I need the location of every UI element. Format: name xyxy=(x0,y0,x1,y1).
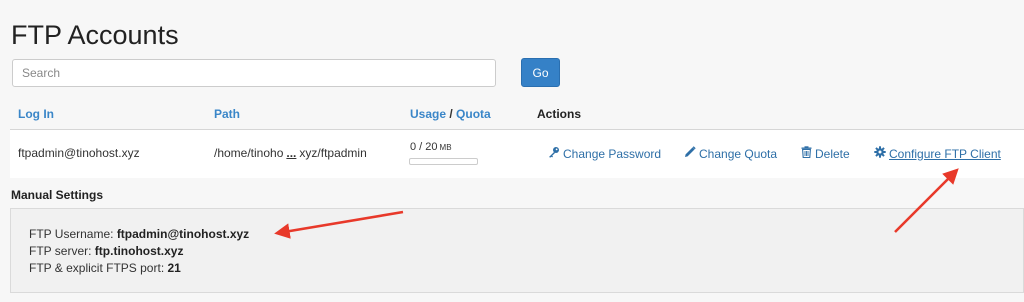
ftp-port-line: FTP & explicit FTPS port: 21 xyxy=(29,261,181,275)
column-header-usage[interactable]: Usage xyxy=(410,107,446,121)
column-header-path[interactable]: Path xyxy=(214,107,240,121)
path-start: /home/tinoho xyxy=(214,146,284,160)
table-row xyxy=(10,130,1024,178)
search-input[interactable] xyxy=(12,59,496,87)
usage-value: 0 / 20 xyxy=(410,141,438,153)
column-header-separator: / xyxy=(446,107,457,121)
delete-link[interactable]: Delete xyxy=(801,146,850,161)
gear-icon xyxy=(874,146,886,161)
ftp-username-label: FTP Username: xyxy=(29,227,117,241)
change-password-link[interactable]: Change Password xyxy=(548,146,661,161)
key-icon xyxy=(548,146,560,161)
path-end: xyz/ftpadmin xyxy=(299,146,367,160)
go-button[interactable]: Go xyxy=(521,58,560,87)
configure-ftp-client-link[interactable]: Configure FTP Client xyxy=(874,146,1001,161)
usage-bar xyxy=(409,158,478,165)
ftp-username-line: FTP Username: ftpadmin@tinohost.xyz xyxy=(29,227,249,241)
ftp-port-label: FTP & explicit FTPS port: xyxy=(29,261,168,275)
column-header-usage-quota: Usage / Quota xyxy=(410,107,491,121)
column-header-quota[interactable]: Quota xyxy=(456,107,491,121)
row-path: /home/tinoho... xyz/ftpadmin xyxy=(214,146,367,160)
change-password-label: Change Password xyxy=(563,146,662,161)
pencil-icon xyxy=(684,146,696,161)
page-title: FTP Accounts xyxy=(11,20,179,50)
manual-settings-title: Manual Settings xyxy=(11,188,104,202)
path-ellipsis[interactable]: ... xyxy=(286,146,296,160)
ftp-server-label: FTP server: xyxy=(29,244,95,258)
configure-ftp-client-label: Configure FTP Client xyxy=(889,146,1001,161)
ftp-username-value: ftpadmin@tinohost.xyz xyxy=(116,227,250,241)
trash-icon xyxy=(801,146,812,161)
usage-unit: MB xyxy=(439,143,452,152)
column-header-actions: Actions xyxy=(537,107,582,121)
column-header-login[interactable]: Log In xyxy=(18,107,54,121)
ftp-server-line: FTP server: ftp.tinohost.xyz xyxy=(29,244,183,258)
row-login: ftpadmin@tinohost.xyz xyxy=(18,146,140,160)
change-quota-link[interactable]: Change Quota xyxy=(684,146,777,161)
change-quota-label: Change Quota xyxy=(699,146,778,161)
usage-text: 0 / 20 MB xyxy=(410,141,452,153)
ftp-port-value: 21 xyxy=(167,261,181,275)
ftp-server-value: ftp.tinohost.xyz xyxy=(94,244,184,258)
delete-label: Delete xyxy=(815,146,850,161)
